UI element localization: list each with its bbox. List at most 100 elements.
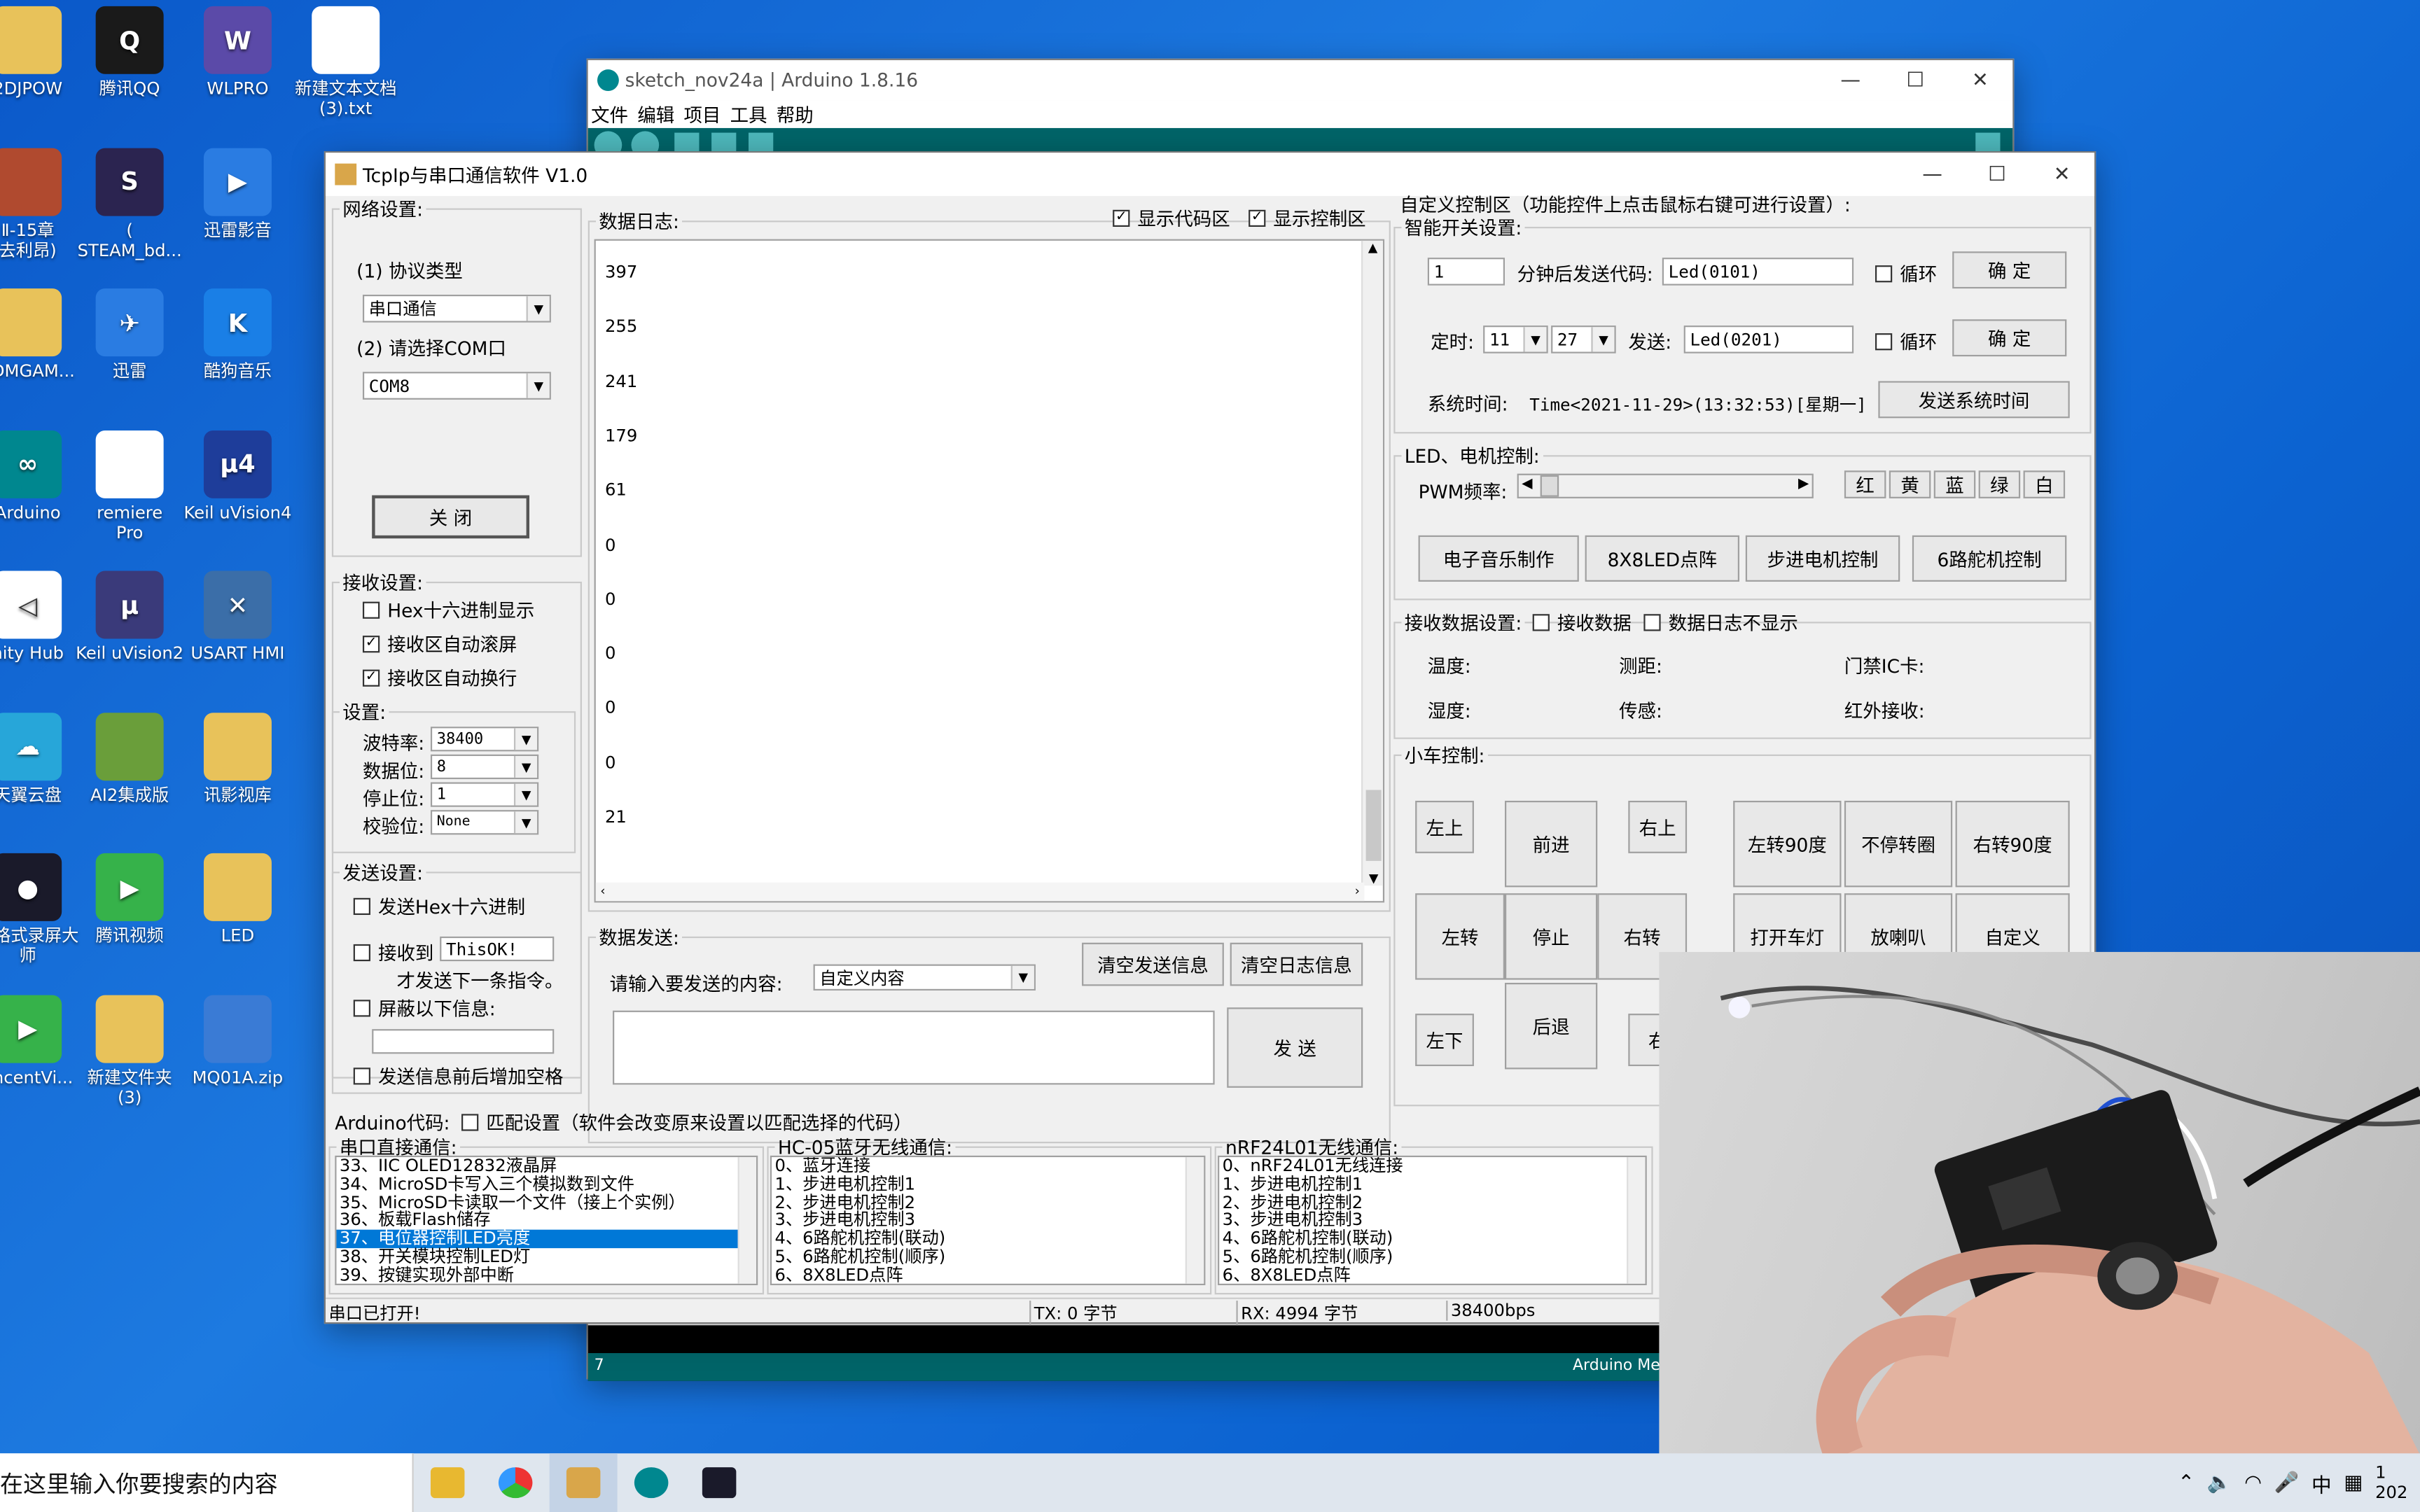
menu-file[interactable]: 文件 — [591, 101, 628, 127]
checkbox-unchecked-icon[interactable] — [353, 1000, 370, 1017]
checkbox-unchecked-icon[interactable] — [1875, 265, 1893, 283]
tcpip-titlebar[interactable]: TcpIp与串口通信软件 V1.0 — ☐ ✕ — [326, 153, 2094, 196]
checkbox-unchecked-icon[interactable] — [1532, 614, 1550, 631]
chevron-down-icon[interactable]: ▼ — [526, 373, 550, 398]
list-item[interactable]: 6、8X8LED点阵 — [772, 1266, 1204, 1283]
auto-wrap-checkbox[interactable]: ✓ 接收区自动换行 — [362, 665, 517, 691]
chevron-down-icon[interactable]: ▼ — [513, 783, 538, 806]
checkbox-unchecked-icon[interactable] — [362, 601, 380, 619]
close-port-button[interactable]: 关 闭 — [372, 495, 530, 539]
list-item[interactable]: 5、6路舵机控制(顺序) — [1219, 1247, 1645, 1266]
list-item[interactable]: 1、步进电机控制1 — [772, 1175, 1204, 1194]
desktop-icon[interactable]: µ4 Keil uVision4 — [182, 429, 293, 522]
chevron-right-icon[interactable]: › — [1355, 884, 1360, 898]
led-function-button[interactable]: 电子音乐制作 — [1418, 535, 1579, 582]
desktop-icon[interactable]: 2DJPOW — [0, 6, 83, 99]
hour-select[interactable]: 11 ▼ — [1483, 326, 1548, 354]
color-button[interactable]: 蓝 — [1933, 470, 1976, 498]
hex-display-checkbox[interactable]: Hex十六进制显示 — [362, 597, 534, 623]
checkbox-checked-icon[interactable]: ✓ — [1113, 209, 1130, 227]
desktop-icon[interactable]: S( STEAM_bd... — [74, 147, 186, 260]
desktop-icon[interactable]: 新建文件夹 (3) — [74, 994, 186, 1107]
match-settings-checkbox[interactable]: 匹配设置（软件会改变原来设置以匹配选择的代码） — [461, 1110, 912, 1135]
desktop-icon[interactable]: ∞ Arduino — [0, 429, 83, 522]
desktop-icon[interactable]: ▶ 迅雷影音 — [182, 147, 293, 240]
list-item[interactable]: 5、6路舵机控制(顺序) — [772, 1247, 1204, 1266]
checkbox-unchecked-icon[interactable] — [353, 1068, 370, 1085]
volume-icon[interactable]: 🔈 — [2207, 1471, 2232, 1494]
stopbits-select[interactable]: 1 ▼ — [430, 782, 539, 807]
arduino-titlebar[interactable]: sketch_nov24a | Arduino 1.8.16 — ☐ ✕ — [587, 59, 2013, 101]
chevron-down-icon[interactable]: ▼ — [513, 756, 538, 778]
checkbox-checked-icon[interactable]: ✓ — [1249, 209, 1266, 227]
list-item[interactable]: 34、MicroSD卡写入三个模拟数到文件 — [336, 1175, 756, 1194]
menu-tools[interactable]: 工具 — [730, 101, 767, 127]
minute-select[interactable]: 27 ▼ — [1551, 326, 1616, 354]
desktop-icon[interactable]: remiere Pro — [74, 429, 186, 542]
car-stop-button[interactable]: 停止 — [1504, 893, 1598, 980]
ime-indicator[interactable]: 中 — [2311, 1468, 2332, 1497]
led-function-button[interactable]: 8X8LED点阵 — [1585, 535, 1740, 582]
slider-thumb[interactable] — [1540, 475, 1559, 497]
chevron-down-icon[interactable]: ▼ — [526, 296, 550, 321]
desktop-icon[interactable]: 讯影视库 — [182, 712, 293, 804]
chevron-right-icon[interactable]: ▶ — [1798, 477, 1809, 492]
nrf-code-list[interactable]: 0、nRF24L01无线连接 1、步进电机控制1 2、步进电机控制2 3、步进电机控制… — [1218, 1155, 1647, 1286]
show-control-checkbox[interactable]: ✓ 显示控制区 — [1249, 205, 1366, 231]
close-icon[interactable]: ✕ — [1948, 69, 2013, 92]
checkbox-unchecked-icon[interactable] — [1875, 333, 1893, 351]
menu-edit[interactable]: 编辑 — [637, 101, 674, 127]
chevron-down-icon[interactable]: ▼ — [1523, 327, 1547, 352]
hc05-code-list[interactable]: 0、蓝牙连接 1、步进电机控制1 2、步进电机控制2 3、步进电机控制3 4、6路舵机控… — [770, 1155, 1206, 1286]
car-backward-button[interactable]: 后退 — [1504, 983, 1598, 1070]
parity-select[interactable]: None ▼ — [430, 810, 539, 835]
list-item[interactable]: 3、步进电机控制3 — [1219, 1211, 1645, 1230]
list-scrollbar[interactable] — [737, 1157, 757, 1284]
chevron-down-icon[interactable]: ▼ — [1591, 327, 1615, 352]
desktop-icon[interactable]: ▶ encentVi... — [0, 994, 83, 1087]
send-input[interactable] — [613, 1010, 1215, 1085]
wifi-icon[interactable]: ◠ — [2244, 1471, 2262, 1494]
chevron-down-icon[interactable]: ▼ — [1010, 965, 1034, 989]
microphone-icon[interactable]: 🎤 — [2274, 1471, 2300, 1494]
car-turn-left-90-button[interactable]: 左转90度 — [1733, 800, 1842, 888]
calendar-icon[interactable]: ▦ — [2344, 1471, 2363, 1494]
minimize-icon[interactable]: — — [1818, 69, 1883, 92]
minimize-icon[interactable]: — — [1900, 163, 1965, 186]
menu-sketch[interactable]: 项目 — [683, 101, 721, 127]
loop1-checkbox[interactable]: 循环 — [1875, 260, 1937, 286]
recv-data-checkbox[interactable]: 接收数据 — [1532, 610, 1632, 636]
chevron-down-icon[interactable]: ▼ — [513, 728, 538, 750]
list-item[interactable]: 1、步进电机控制1 — [1219, 1175, 1645, 1194]
clear-send-button[interactable]: 清空发送信息 — [1082, 942, 1224, 986]
list-item[interactable]: 4、6路舵机控制(联动) — [1219, 1229, 1645, 1248]
no-log-checkbox[interactable]: 数据日志不显示 — [1643, 610, 1798, 636]
desktop-icon[interactable]: AI2集成版 — [74, 712, 186, 804]
preset-select[interactable]: 自定义内容 ▼ — [813, 964, 1036, 991]
scroll-thumb[interactable] — [1365, 790, 1382, 861]
maximize-icon[interactable]: ☐ — [1965, 163, 2030, 186]
clock[interactable]: 1 202 — [2375, 1462, 2407, 1502]
desktop-icon[interactable]: ◁ nity Hub — [0, 570, 83, 664]
car-forward-button[interactable]: 前进 — [1504, 800, 1598, 888]
desktop-icon[interactable]: W WLPRO — [182, 6, 293, 99]
desktop-icon[interactable]: 3DMGAM... — [0, 288, 83, 381]
send-time-button[interactable]: 发送系统时间 — [1878, 381, 2070, 419]
browser-icon[interactable] — [482, 1453, 550, 1512]
chevron-up-icon[interactable]: ▲ — [1363, 241, 1383, 255]
car-left-up-button[interactable]: 左上 — [1415, 800, 1474, 853]
desktop-icon[interactable]: Q 腾讯QQ — [74, 6, 186, 99]
maximize-icon[interactable]: ☐ — [1883, 69, 1948, 92]
checkbox-checked-icon[interactable]: ✓ — [362, 669, 380, 687]
desktop-icon[interactable]: Ⅱ-15章 去利昂) — [0, 147, 83, 260]
desktop-icon[interactable]: ☁ 天翼云盘 — [0, 712, 83, 804]
car-turn-right-90-button[interactable]: 右转90度 — [1955, 800, 2070, 888]
close-icon[interactable]: ✕ — [2029, 163, 2094, 186]
list-item[interactable]: 0、蓝牙连接 — [772, 1157, 1204, 1175]
log-scrollbar[interactable]: ▲ ▼ — [1361, 240, 1383, 886]
camera-icon[interactable] — [686, 1453, 753, 1512]
minutes-input[interactable]: 1 — [1427, 258, 1505, 286]
send-button[interactable]: 发 送 — [1227, 1007, 1363, 1088]
com-select[interactable]: COM8 ▼ — [362, 372, 551, 400]
show-code-checkbox[interactable]: ✓ 显示代码区 — [1113, 205, 1230, 231]
